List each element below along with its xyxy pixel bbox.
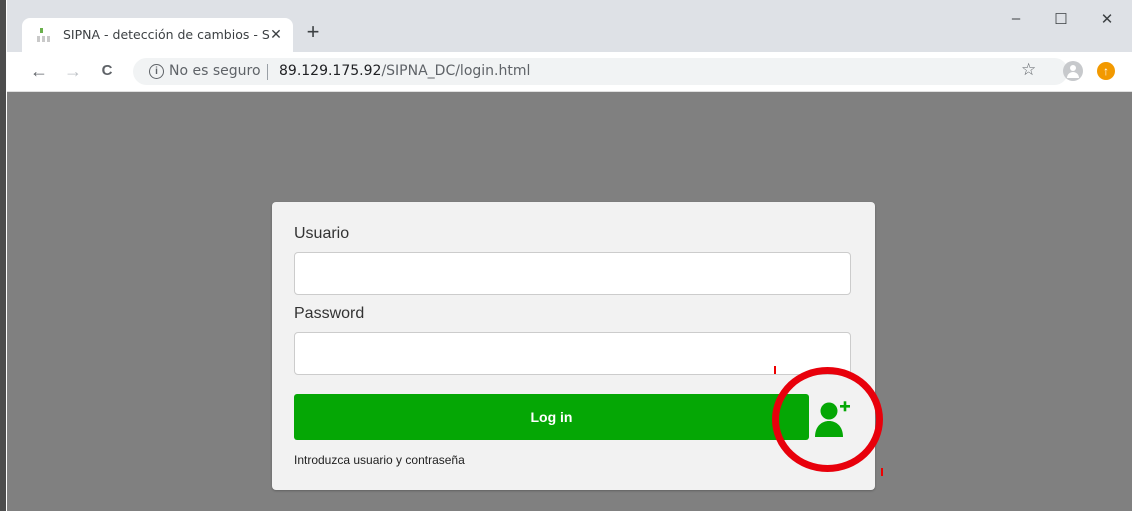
window-left-edge xyxy=(0,0,6,511)
security-indicator[interactable]: No es seguro xyxy=(169,63,261,79)
profile-icon[interactable] xyxy=(1063,61,1083,81)
url-path: /SIPNA_DC/login.html xyxy=(381,63,531,79)
tab-strip: SIPNA - detección de cambios - S ✕ + – ☐… xyxy=(7,0,1132,52)
username-input[interactable] xyxy=(294,252,851,295)
browser-tab[interactable]: SIPNA - detección de cambios - S ✕ xyxy=(22,18,293,52)
minimize-icon[interactable]: – xyxy=(1001,10,1031,32)
star-icon[interactable]: ☆ xyxy=(1021,60,1036,80)
address-toolbar: ← → C i No es seguro 89.129.175.92/SIPNA… xyxy=(7,52,1132,92)
plus-icon[interactable]: + xyxy=(302,21,324,43)
password-input[interactable] xyxy=(294,332,851,375)
login-hint: Introduzca usuario y contraseña xyxy=(294,453,465,467)
red-mark xyxy=(774,366,776,374)
omnibox-divider xyxy=(267,64,268,80)
forward-icon[interactable]: → xyxy=(62,60,84,82)
close-icon[interactable]: ✕ xyxy=(268,26,284,42)
maximize-icon[interactable]: ☐ xyxy=(1046,10,1076,32)
page-content: Usuario Password Log in Introduzca usuar… xyxy=(7,92,1132,511)
info-icon[interactable]: i xyxy=(149,64,164,79)
tab-title: SIPNA - detección de cambios - S xyxy=(63,27,270,42)
url-host: 89.129.175.92 xyxy=(279,63,382,79)
login-button[interactable]: Log in xyxy=(294,394,809,440)
back-icon[interactable]: ← xyxy=(28,60,50,82)
highlight-circle xyxy=(772,367,883,472)
username-label: Usuario xyxy=(294,225,350,242)
password-label: Password xyxy=(294,305,365,322)
favicon-icon xyxy=(37,27,51,43)
close-window-icon[interactable]: ✕ xyxy=(1092,10,1122,32)
red-mark xyxy=(881,468,883,476)
omnibox[interactable]: i No es seguro 89.129.175.92/SIPNA_DC/lo… xyxy=(133,58,1068,85)
reload-icon[interactable]: C xyxy=(96,60,118,82)
update-icon[interactable]: ↑ xyxy=(1097,62,1115,80)
url-text[interactable]: 89.129.175.92/SIPNA_DC/login.html xyxy=(279,63,530,79)
